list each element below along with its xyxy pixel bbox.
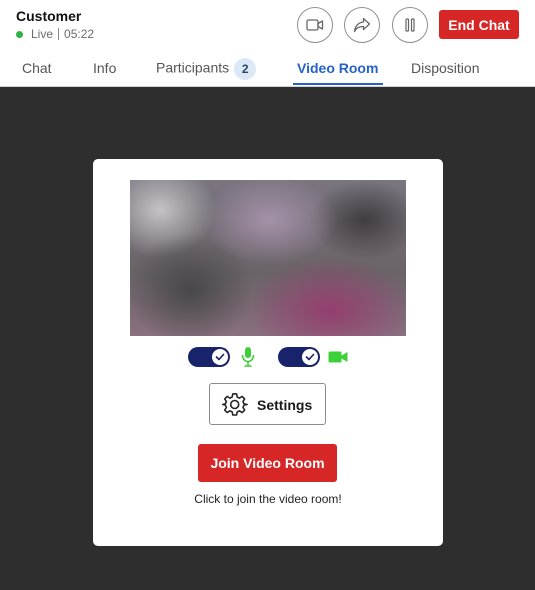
camera-icon [328,351,348,363]
toggle-knob [212,349,228,365]
customer-name: Customer [16,8,82,24]
participants-count-badge: 2 [234,58,257,80]
settings-label: Settings [257,397,313,413]
tab-participants-label: Participants [156,59,230,76]
chat-timer: 05:22 [64,27,95,41]
video-camera-icon [306,19,324,31]
chat-status: Live 05:22 [16,27,94,41]
microphone-icon [241,347,255,367]
tab-info[interactable]: Info [93,60,116,76]
camera-preview [130,180,406,336]
settings-button[interactable]: Settings [209,383,326,425]
camera-toggle[interactable] [278,347,320,367]
tab-participants[interactable]: Participants 2 [156,58,257,80]
microphone-toggle[interactable] [188,347,230,367]
tab-disposition[interactable]: Disposition [411,60,479,76]
end-chat-button[interactable]: End Chat [439,10,519,39]
join-hint-text: Click to join the video room! [194,492,342,506]
tab-chat[interactable]: Chat [22,60,52,76]
share-forward-icon [353,17,371,33]
checkmark-icon [305,353,315,361]
video-call-button[interactable] [297,7,333,43]
tab-video-room[interactable]: Video Room [297,60,378,76]
transfer-button[interactable] [344,7,380,43]
live-status-label: Live [31,27,54,41]
active-tab-indicator [293,83,383,85]
toggle-knob [302,349,318,365]
hold-button[interactable] [392,7,428,43]
status-divider [58,28,60,40]
video-room-card: Settings Join Video Room Click to join t… [93,159,443,546]
chat-header: Customer Live 05:22 End Chat Chat Info P… [0,0,535,87]
live-status-dot [16,30,23,38]
checkmark-icon [215,353,225,361]
gear-icon [222,393,248,416]
join-video-room-button[interactable]: Join Video Room [198,444,337,482]
pause-icon [405,18,415,32]
